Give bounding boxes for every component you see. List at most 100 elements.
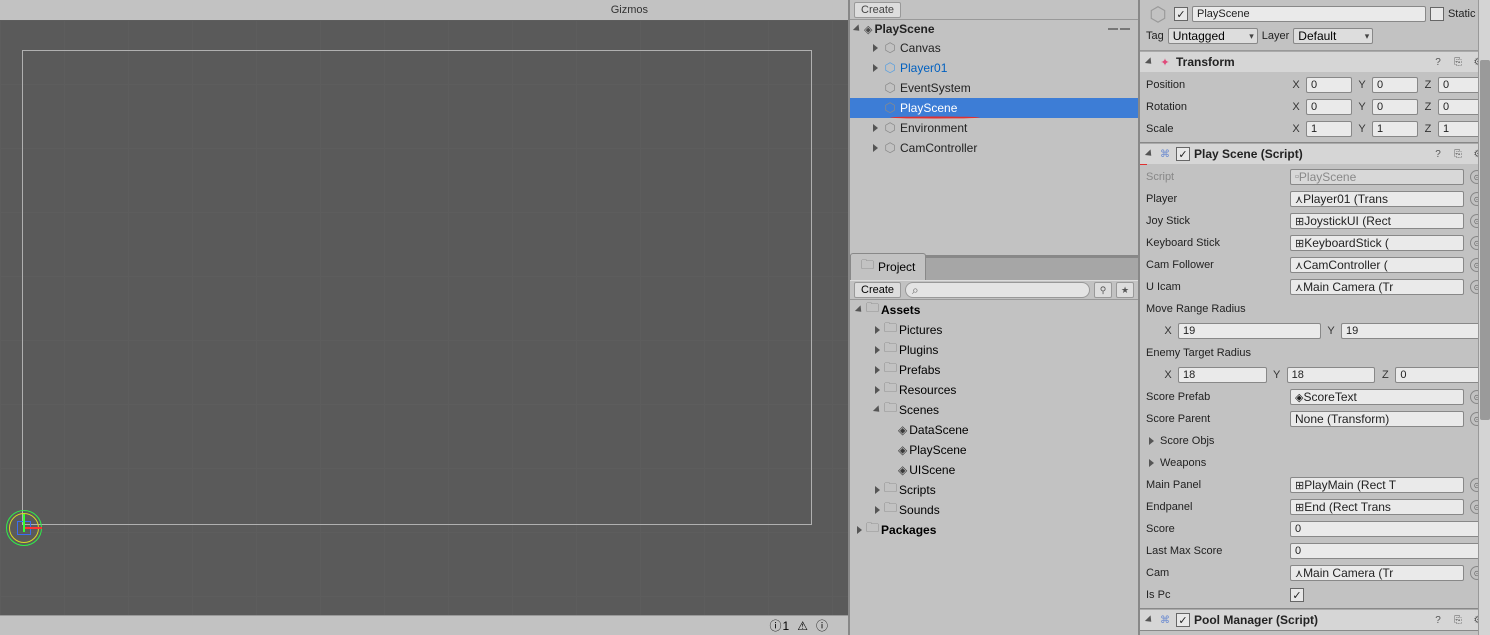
preset-icon[interactable]: ⎘ [1450, 613, 1466, 627]
foldout-icon[interactable] [872, 325, 882, 335]
warning-icon[interactable]: ⚠ [797, 619, 808, 633]
folder-sounds[interactable]: Sounds [850, 500, 1138, 520]
scale-x[interactable]: 1 [1306, 121, 1352, 137]
hierarchy-item-canvas[interactable]: Canvas [850, 38, 1138, 58]
error-icon[interactable]: ⓘ1 [770, 617, 790, 634]
folder-scripts[interactable]: Scripts [850, 480, 1138, 500]
weapons-foldout[interactable]: Weapons [1146, 452, 1484, 474]
player-field[interactable]: ⋏ Player01 (Trans [1290, 191, 1464, 207]
foldout-icon[interactable] [872, 485, 882, 495]
enemytarget-x[interactable]: 18 [1178, 367, 1267, 383]
tag-dropdown[interactable]: Untagged [1168, 28, 1258, 44]
help-icon[interactable]: ? [1430, 147, 1446, 161]
foldout-icon[interactable] [872, 385, 882, 395]
folder-icon [866, 519, 879, 541]
hierarchy-item-camcontroller[interactable]: CamController [850, 138, 1138, 158]
joystick-field[interactable]: ⊞ JoystickUI (Rect [1290, 213, 1464, 229]
transform-gizmo[interactable] [6, 510, 42, 546]
hierarchy-item-playscene[interactable]: PlayScene [850, 98, 1138, 118]
assets-root[interactable]: Assets [850, 300, 1138, 320]
ispc-checkbox[interactable] [1290, 588, 1304, 602]
lastmax-field[interactable]: 0 [1290, 543, 1484, 559]
foldout-icon[interactable] [1144, 615, 1154, 625]
mainpanel-field[interactable]: ⊞ PlayMain (Rect T [1290, 477, 1464, 493]
info-icon[interactable]: ⓘ [816, 617, 828, 634]
scrollbar-thumb[interactable] [1480, 60, 1490, 420]
component-enabled-checkbox[interactable] [1176, 147, 1190, 161]
folder-scenes[interactable]: Scenes [850, 400, 1138, 420]
transform-component: Transform ? ⎘ ⚙ Position X0 Y0 Z0 Rotati… [1140, 51, 1490, 143]
project-tree[interactable]: Assets Pictures Plugins Prefabs Resource… [850, 300, 1138, 635]
folder-resources[interactable]: Resources [850, 380, 1138, 400]
packages-root[interactable]: Packages [850, 520, 1138, 540]
active-checkbox[interactable] [1174, 7, 1188, 21]
favorite-icon[interactable]: ★ [1116, 282, 1134, 298]
scene-playscene[interactable]: PlayScene [850, 440, 1138, 460]
foldout-icon[interactable] [872, 505, 882, 515]
score-field[interactable]: 0 [1290, 521, 1484, 537]
scoreprefab-field[interactable]: ◈ ScoreText [1290, 389, 1464, 405]
project-search[interactable] [905, 282, 1090, 298]
folder-prefabs[interactable]: Prefabs [850, 360, 1138, 380]
scene-uiscene[interactable]: UIScene [850, 460, 1138, 480]
camfollower-field[interactable]: ⋏ CamController ( [1290, 257, 1464, 273]
folder-pictures[interactable]: Pictures [850, 320, 1138, 340]
foldout-icon[interactable] [852, 24, 862, 34]
foldout-icon[interactable] [872, 365, 882, 375]
layer-dropdown[interactable]: Default [1293, 28, 1373, 44]
help-icon[interactable]: ? [1430, 55, 1446, 69]
hierarchy-item-player01[interactable]: Player01 [850, 58, 1138, 78]
position-y[interactable]: 0 [1372, 77, 1418, 93]
enemytarget-y[interactable]: 18 [1287, 367, 1376, 383]
foldout-icon[interactable] [870, 123, 880, 133]
foldout-icon[interactable] [870, 63, 880, 73]
transform-header[interactable]: Transform ? ⎘ ⚙ [1140, 52, 1490, 72]
filter-icon[interactable]: ⚲ [1094, 282, 1112, 298]
folder-plugins[interactable]: Plugins [850, 340, 1138, 360]
preset-icon[interactable]: ⎘ [1450, 55, 1466, 69]
scene-canvas[interactable] [0, 20, 848, 615]
foldout-icon[interactable] [1146, 436, 1156, 446]
foldout-icon[interactable] [872, 345, 882, 355]
preset-icon[interactable]: ⎘ [1450, 147, 1466, 161]
keyboard-field[interactable]: ⊞ KeyboardStick ( [1290, 235, 1464, 251]
gizmos-label[interactable]: Gizmos [611, 4, 648, 16]
foldout-icon[interactable] [1146, 458, 1156, 468]
hierarchy-scene-root[interactable]: PlayScene [850, 20, 1138, 38]
enemytarget-z[interactable]: 0 [1395, 367, 1484, 383]
component-enabled-checkbox[interactable] [1176, 613, 1190, 627]
rotation-y[interactable]: 0 [1372, 99, 1418, 115]
foldout-icon[interactable] [870, 43, 880, 53]
project-tab[interactable]: Project [850, 253, 926, 280]
create-button[interactable]: Create [854, 2, 901, 18]
gameobject-name-input[interactable]: PlayScene [1192, 6, 1426, 22]
moverange-x[interactable]: 19 [1178, 323, 1321, 339]
foldout-icon[interactable] [1144, 57, 1154, 67]
position-x[interactable]: 0 [1306, 77, 1352, 93]
endpanel-field[interactable]: ⊞ End (Rect Trans [1290, 499, 1464, 515]
uicam-field[interactable]: ⋏ Main Camera (Tr [1290, 279, 1464, 295]
cam-field[interactable]: ⋏ Main Camera (Tr [1290, 565, 1464, 581]
inspector-scrollbar[interactable] [1478, 0, 1490, 635]
scale-y[interactable]: 1 [1372, 121, 1418, 137]
scene-view[interactable]: Gizmos ⓘ1 ⚠ ⓘ [0, 0, 850, 635]
scene-datascene[interactable]: DataScene [850, 420, 1138, 440]
rotation-x[interactable]: 0 [1306, 99, 1352, 115]
foldout-icon[interactable] [854, 305, 864, 315]
project-create-button[interactable]: Create [854, 282, 901, 298]
scoreobjs-foldout[interactable]: Score Objs [1146, 430, 1484, 452]
moverange-y[interactable]: 19 [1341, 323, 1484, 339]
scoreparent-field[interactable]: None (Transform) [1290, 411, 1464, 427]
playscene-script-header[interactable]: Play Scene (Script) ? ⎘ ⚙ [1140, 144, 1490, 164]
poolmanager-header[interactable]: Pool Manager (Script) ? ⎘ ⚙ [1140, 610, 1490, 630]
foldout-icon[interactable] [854, 525, 864, 535]
foldout-icon[interactable] [872, 405, 882, 415]
static-checkbox[interactable] [1430, 7, 1444, 21]
hierarchy-item-environment[interactable]: Environment [850, 118, 1138, 138]
foldout-icon[interactable] [1144, 149, 1154, 159]
foldout-icon[interactable] [870, 143, 880, 153]
hierarchy-tree[interactable]: PlayScene Canvas Player01 EventSystem Pl… [850, 20, 1138, 255]
help-icon[interactable]: ? [1430, 613, 1446, 627]
scene-options-icon[interactable] [1108, 23, 1134, 35]
hierarchy-item-eventsystem[interactable]: EventSystem [850, 78, 1138, 98]
